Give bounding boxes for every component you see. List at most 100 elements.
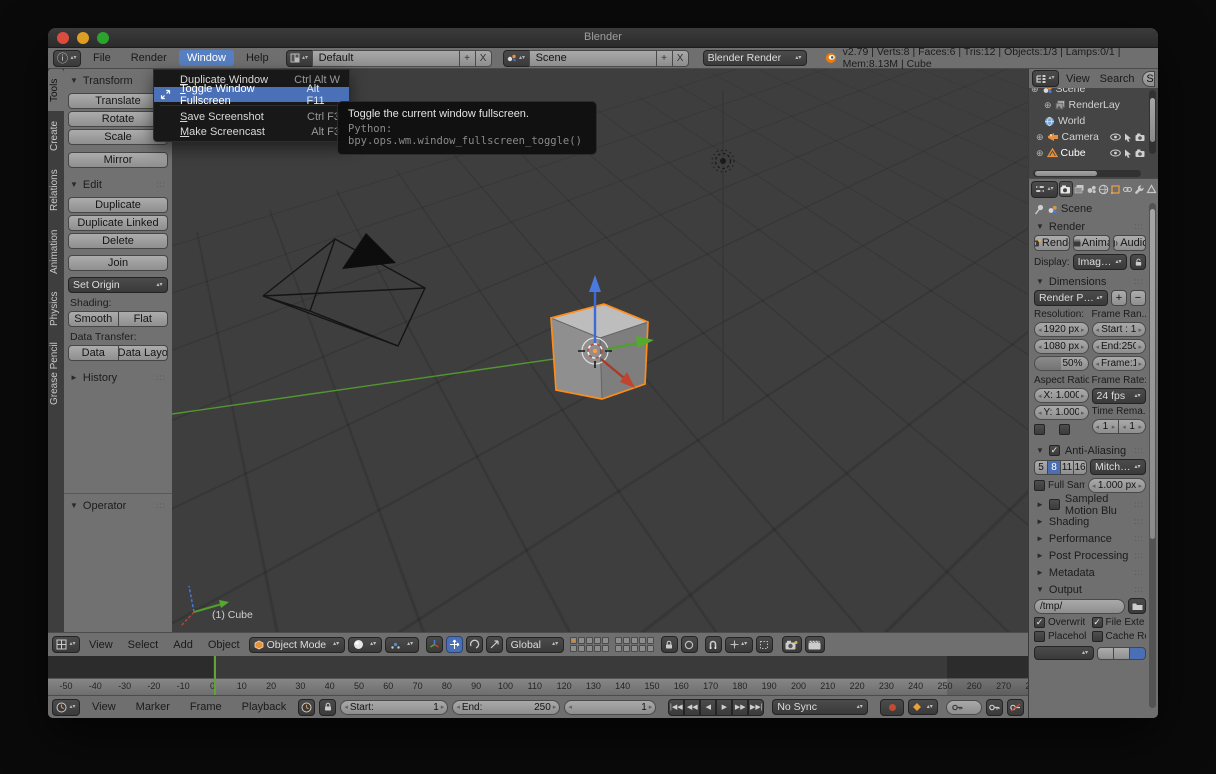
opengl-render-anim-button[interactable]: [805, 636, 825, 653]
remove-preset-button[interactable]: −: [1130, 290, 1146, 306]
keying-set-dropdown[interactable]: [908, 699, 938, 715]
aa-samples-8[interactable]: 8: [1047, 460, 1061, 475]
expand-icon[interactable]: [1044, 99, 1052, 111]
placeholders-checkbox[interactable]: [1034, 631, 1045, 642]
delete-button[interactable]: Delete: [68, 233, 168, 249]
next-keyframe-button[interactable]: ▶▶: [732, 699, 748, 716]
render-engine-select[interactable]: Blender Render: [703, 50, 807, 66]
manipulator-axis-button[interactable]: [426, 636, 443, 653]
expand-icon[interactable]: [1031, 88, 1039, 95]
tab-animation[interactable]: Animation: [48, 221, 64, 283]
remap-old-field[interactable]: 1: [1092, 419, 1120, 434]
pixel-filter-size-field[interactable]: 1.000 px: [1088, 478, 1146, 493]
pivot-point-dropdown[interactable]: [385, 637, 419, 653]
panel-grip-icon[interactable]: :::: [156, 501, 166, 510]
outliner-menu-search[interactable]: Search: [1097, 71, 1138, 87]
jump-to-end-button[interactable]: ▶▶|: [748, 699, 764, 716]
tab-render[interactable]: [1059, 181, 1073, 197]
edit-panel-header[interactable]: Edit:::: [68, 176, 168, 193]
viewport-menu-view[interactable]: View: [83, 637, 119, 653]
operator-panel-header[interactable]: Operator:::: [68, 497, 168, 514]
outliner-vertical-scrollbar[interactable]: [1149, 90, 1156, 154]
outliner-row-camera[interactable]: Camera: [1031, 129, 1156, 145]
panel-grip-icon[interactable]: :::: [156, 180, 166, 189]
layer-toggle[interactable]: [586, 637, 593, 644]
file-format-dropdown[interactable]: [1034, 646, 1094, 660]
timeline-menu-marker[interactable]: Marker: [128, 699, 178, 715]
editor-type-button[interactable]: ⓘ: [53, 50, 81, 67]
viewport-menu-add[interactable]: Add: [167, 637, 199, 653]
expand-icon[interactable]: [1036, 147, 1044, 159]
jump-to-start-button[interactable]: |◀◀: [668, 699, 684, 716]
file-extensions-checkbox[interactable]: [1092, 617, 1103, 628]
render-audio-button[interactable]: Audio: [1113, 235, 1147, 251]
minimize-window-button[interactable]: [77, 32, 89, 44]
play-reverse-button[interactable]: ◀: [700, 699, 716, 716]
tab-data[interactable]: [1146, 181, 1157, 197]
timeline-menu-playback[interactable]: Playback: [234, 699, 295, 715]
delete-screen-button[interactable]: X: [475, 50, 492, 67]
aa-samples-11[interactable]: 11: [1060, 460, 1074, 475]
layer-toggle[interactable]: [602, 645, 609, 652]
outliner-display-filter[interactable]: All Sce: [1142, 71, 1155, 87]
menu-render[interactable]: Render: [123, 50, 175, 66]
shade-smooth-button[interactable]: Smooth: [68, 311, 119, 327]
scale-manipulator-button[interactable]: [486, 636, 503, 653]
viewport-shading-dropdown[interactable]: [348, 637, 382, 653]
snap-toggle-button[interactable]: [705, 636, 722, 653]
auto-keyframe-button[interactable]: [880, 699, 904, 716]
layers-grid-1[interactable]: [570, 637, 609, 652]
data-button[interactable]: Data: [68, 345, 119, 361]
layer-toggle[interactable]: [615, 637, 622, 644]
frame-start-prop-field[interactable]: Start : 1: [1092, 322, 1147, 337]
current-frame-field[interactable]: 1: [564, 700, 656, 715]
outliner-row-cube[interactable]: Cube: [1031, 145, 1156, 161]
outliner-row-renderlayers[interactable]: RenderLay: [1031, 97, 1156, 113]
join-button[interactable]: Join: [68, 255, 168, 271]
frame-step-field[interactable]: Frame:1: [1092, 356, 1147, 371]
sampled-motion-blur-panel-header[interactable]: Sampled Motion Blu:::: [1034, 496, 1146, 513]
tab-modifiers[interactable]: [1134, 181, 1145, 197]
layer-toggle[interactable]: [639, 637, 646, 644]
outliner-horizontal-scrollbar[interactable]: [1033, 170, 1141, 177]
crop-checkbox[interactable]: [1059, 424, 1070, 435]
frame-end-field[interactable]: End: 250: [452, 700, 560, 715]
timeline-menu-view[interactable]: View: [84, 699, 124, 715]
timeline-menu-frame[interactable]: Frame: [182, 699, 230, 715]
cache-result-checkbox[interactable]: [1092, 631, 1103, 642]
tab-tools[interactable]: Tools: [48, 69, 64, 111]
antialiasing-checkbox[interactable]: [1049, 445, 1060, 456]
panel-grip-icon[interactable]: :::: [156, 373, 166, 382]
performance-panel-header[interactable]: Performance:::: [1034, 530, 1146, 547]
cube-object[interactable]: [551, 304, 648, 399]
motion-blur-checkbox[interactable]: [1049, 499, 1060, 510]
proportional-edit-button[interactable]: [681, 636, 698, 653]
resolution-x-field[interactable]: 1920 px: [1034, 322, 1089, 337]
play-button[interactable]: ▶: [716, 699, 732, 716]
render-image-button[interactable]: Rende: [1034, 235, 1070, 251]
delete-keyframe-button[interactable]: [1007, 699, 1024, 716]
frame-end-prop-field[interactable]: End:250: [1092, 339, 1147, 354]
tab-physics[interactable]: Physics: [48, 285, 64, 333]
expand-icon[interactable]: [1044, 163, 1052, 164]
active-keying-set-field[interactable]: [946, 700, 982, 715]
expand-icon[interactable]: [1036, 131, 1044, 143]
render-presets-dropdown[interactable]: Render Presets: [1034, 290, 1108, 306]
aa-samples-5[interactable]: 5: [1034, 460, 1048, 475]
remap-new-field[interactable]: 1: [1118, 419, 1146, 434]
layer-toggle[interactable]: [570, 645, 577, 652]
display-dropdown[interactable]: Image Edi...: [1073, 254, 1127, 270]
translate-manipulator-button[interactable]: [446, 636, 463, 653]
close-window-button[interactable]: [57, 32, 69, 44]
layer-toggle[interactable]: [586, 645, 593, 652]
border-checkbox[interactable]: [1034, 424, 1045, 435]
layer-toggle[interactable]: [623, 637, 630, 644]
dimensions-panel-header[interactable]: Dimensions:::: [1034, 273, 1146, 290]
selectable-cursor-icon[interactable]: [1124, 133, 1132, 142]
tab-scene[interactable]: [1086, 181, 1097, 197]
aa-filter-dropdown[interactable]: Mitchell-...: [1090, 459, 1146, 475]
layer-toggle[interactable]: [631, 645, 638, 652]
mirror-button[interactable]: Mirror: [68, 152, 168, 168]
layer-toggle[interactable]: [639, 645, 646, 652]
pin-icon[interactable]: [1034, 204, 1044, 215]
